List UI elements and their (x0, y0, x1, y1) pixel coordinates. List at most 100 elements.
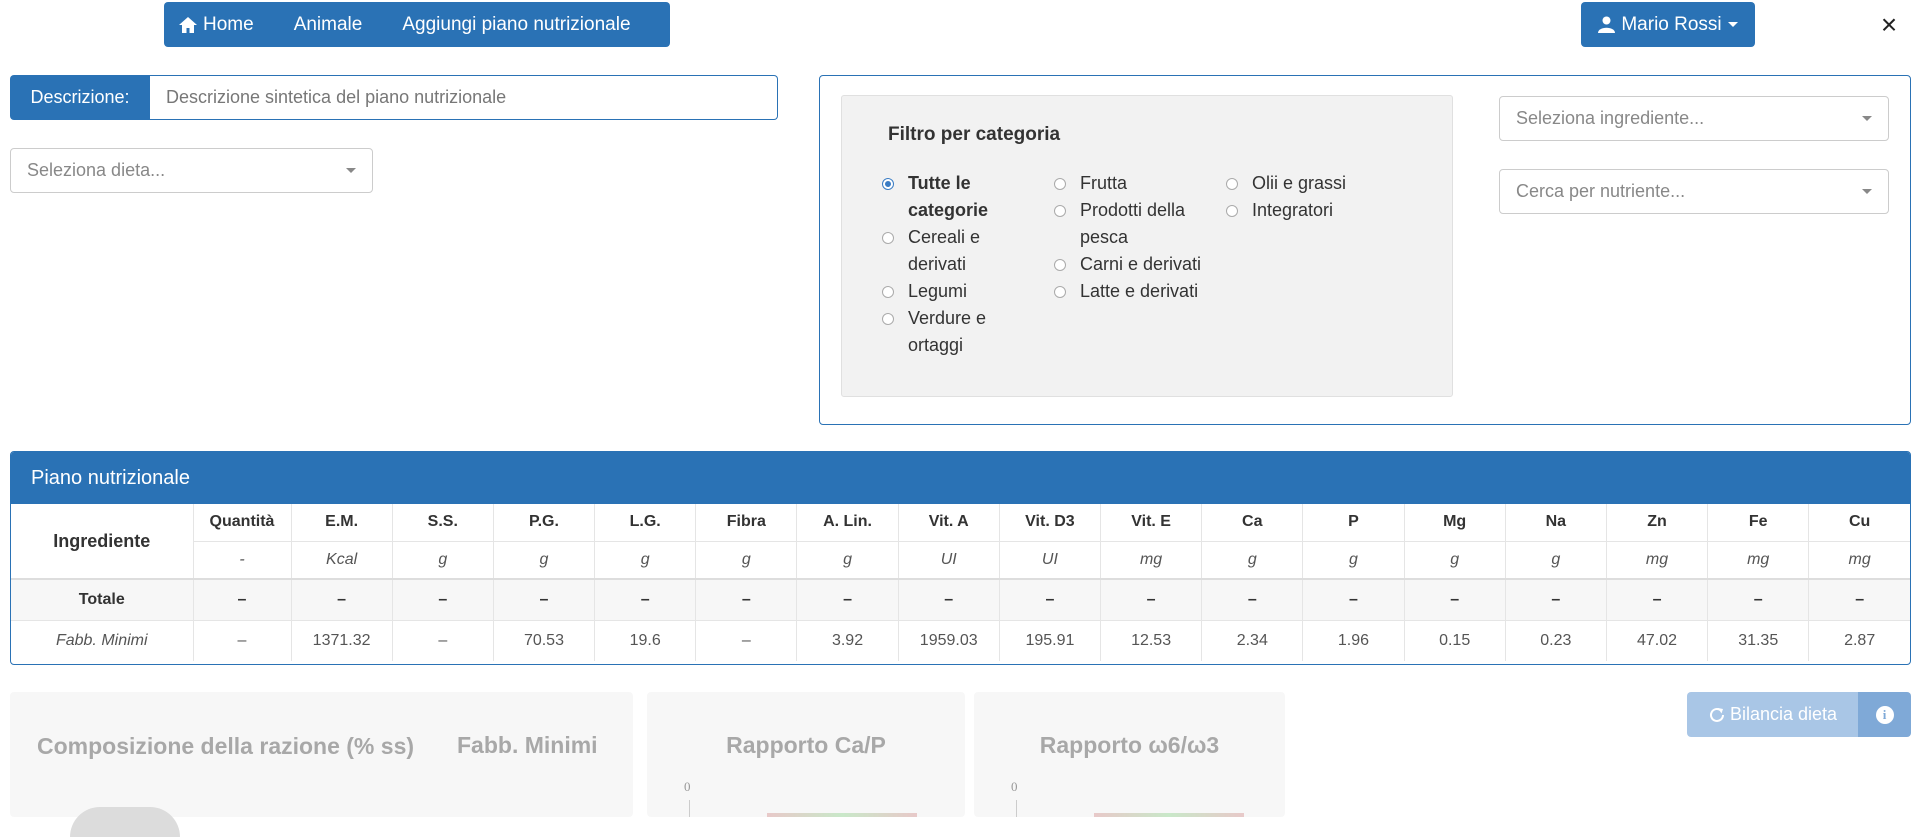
fabb-minimi-cell: 1371.32 (291, 619, 393, 661)
total-cell: – (1201, 578, 1304, 620)
column-unit: g (594, 540, 697, 579)
ratio-ca-p-axis-line (689, 800, 690, 817)
radio-label: Cereali e derivati (908, 227, 981, 274)
refresh-icon (1709, 707, 1724, 722)
radio-button[interactable] (1054, 259, 1066, 271)
nutrition-plan-table: Ingrediente Quantità E.M. S.S. P.G. L.G. Fibr… (11, 504, 1910, 661)
nav-home[interactable]: Home (164, 2, 274, 47)
description-input[interactable] (150, 75, 778, 120)
radio-cereali-e-derivati[interactable]: Cereali e derivati (882, 224, 1042, 278)
column-header: E.M. (291, 504, 393, 541)
radio-button[interactable] (1226, 178, 1238, 190)
user-menu-button[interactable]: Mario Rossi (1581, 2, 1755, 47)
radio-button[interactable] (1054, 205, 1066, 217)
fabb-minimi-cell: 0.15 (1404, 619, 1506, 661)
column-unit: g (1302, 540, 1405, 579)
radio-label: Frutta (1080, 173, 1128, 193)
filter-title: Filtro per categoria (888, 124, 1061, 145)
total-cell: – (1606, 578, 1709, 620)
radio-legumi[interactable]: Legumi (882, 278, 1042, 305)
fabb-minimi-cell: 195.91 (999, 619, 1102, 661)
total-cell: – (594, 578, 697, 620)
total-cell: – (1505, 578, 1607, 620)
ratio-omega-card: Rapporto ω6/ω3 0 (974, 692, 1285, 817)
description-label: Descrizione: (10, 75, 150, 120)
fabb-minimi-cell: 2.34 (1201, 619, 1304, 661)
ingredient-select-placeholder: Seleziona ingrediente... (1516, 108, 1705, 128)
nav-animale[interactable]: Animale (274, 2, 383, 47)
column-header: P (1302, 504, 1405, 541)
close-icon[interactable]: × (1876, 11, 1902, 39)
radio-label: Olii e grassi (1252, 173, 1347, 193)
total-cell: – (898, 578, 1000, 620)
radio-button-checked[interactable] (882, 178, 894, 190)
column-unit: - (193, 540, 292, 579)
column-header: Ca (1201, 504, 1304, 541)
radio-latte-e-derivati[interactable]: Latte e derivati (1054, 278, 1229, 305)
radio-button[interactable] (1054, 286, 1066, 298)
radio-prodotti-della-pesca[interactable]: Prodotti della pesca (1054, 197, 1229, 251)
column-unit: g (1505, 540, 1607, 579)
radio-integratori[interactable]: Integratori (1226, 197, 1406, 224)
column-unit: mg (1606, 540, 1709, 579)
balance-diet-label: Bilancia dieta (1729, 704, 1838, 724)
balance-diet-button[interactable]: Bilancia dieta (1687, 692, 1858, 737)
total-cell: – (291, 578, 393, 620)
radio-carni-e-derivati[interactable]: Carni e derivati (1054, 251, 1229, 278)
fabb-minimi-cell: 19.6 (594, 619, 697, 661)
nutrient-search-select[interactable]: Cerca per nutriente... (1499, 169, 1889, 214)
filter-column-2: Frutta Prodotti della pesca Carni e deri… (1054, 170, 1229, 305)
column-unit: mg (1100, 540, 1203, 579)
radio-button[interactable] (882, 286, 894, 298)
nutrition-plan-panel: Piano nutrizionale Ingrediente Quantità E… (10, 451, 1911, 665)
column-header: Vit. E (1100, 504, 1203, 541)
column-header: L.G. (594, 504, 697, 541)
top-navbar: Home Animale Aggiungi piano nutrizionale (164, 2, 670, 47)
ratio-ca-p-gauge (767, 813, 917, 817)
column-header: Mg (1404, 504, 1506, 541)
fabb-minimi-cell: 47.02 (1606, 619, 1709, 661)
total-cell: – (796, 578, 899, 620)
radio-olii-e-grassi[interactable]: Olii e grassi (1226, 170, 1406, 197)
radio-button[interactable] (1226, 205, 1238, 217)
filter-column-3: Olii e grassi Integratori (1226, 170, 1406, 224)
info-glyph: i (1875, 705, 1894, 724)
fabb-minimi-cell: – (193, 619, 292, 661)
user-name: Mario Rossi (1621, 13, 1722, 35)
fabb-minimi-cell: 12.53 (1100, 619, 1203, 661)
radio-tutte-le-categorie[interactable]: Tutte le categorie (882, 170, 1042, 224)
radio-frutta[interactable]: Frutta (1054, 170, 1229, 197)
balance-diet-button-group: Bilancia dieta i (1687, 692, 1911, 737)
column-unit: g (1201, 540, 1304, 579)
ingredient-select[interactable]: Seleziona ingrediente... (1499, 96, 1889, 141)
column-unit: UI (999, 540, 1102, 579)
total-cell: – (695, 578, 798, 620)
home-icon (179, 16, 197, 33)
total-cell: – (1808, 578, 1910, 620)
info-icon[interactable]: i (1858, 692, 1911, 737)
fabb-minimi-cell: – (695, 619, 798, 661)
diet-select[interactable]: Seleziona dieta... (10, 148, 373, 193)
total-cell: – (193, 578, 292, 620)
fabb-minimi-cell: 2.87 (1808, 619, 1910, 661)
ratio-ca-p-card: Rapporto Ca/P 0 (647, 692, 965, 817)
ratio-ca-p-axis-zero: 0 (684, 779, 691, 794)
column-header: Fibra (695, 504, 798, 541)
ratio-ca-p-title: Rapporto Ca/P (726, 732, 886, 758)
ratio-omega-title: Rapporto ω6/ω3 (1039, 732, 1220, 758)
ratio-omega-gauge (1094, 813, 1244, 817)
radio-label: Verdure e ortaggi (908, 308, 987, 355)
radio-verdure-e-ortaggi[interactable]: Verdure e ortaggi (882, 305, 1042, 359)
radio-button[interactable] (882, 313, 894, 325)
nav-aggiungi-piano[interactable]: Aggiungi piano nutrizionale (382, 2, 650, 47)
fabb-minimi-cell: – (392, 619, 494, 661)
nutrient-select-placeholder: Cerca per nutriente... (1516, 181, 1686, 201)
radio-button[interactable] (1054, 178, 1066, 190)
total-cell: – (1707, 578, 1810, 620)
ratio-omega-axis-zero: 0 (1011, 779, 1018, 794)
radio-button[interactable] (882, 232, 894, 244)
total-cell: – (1404, 578, 1506, 620)
column-unit: g (1404, 540, 1506, 579)
fabb-minimi-cell: 31.35 (1707, 619, 1810, 661)
column-unit: g (695, 540, 798, 579)
